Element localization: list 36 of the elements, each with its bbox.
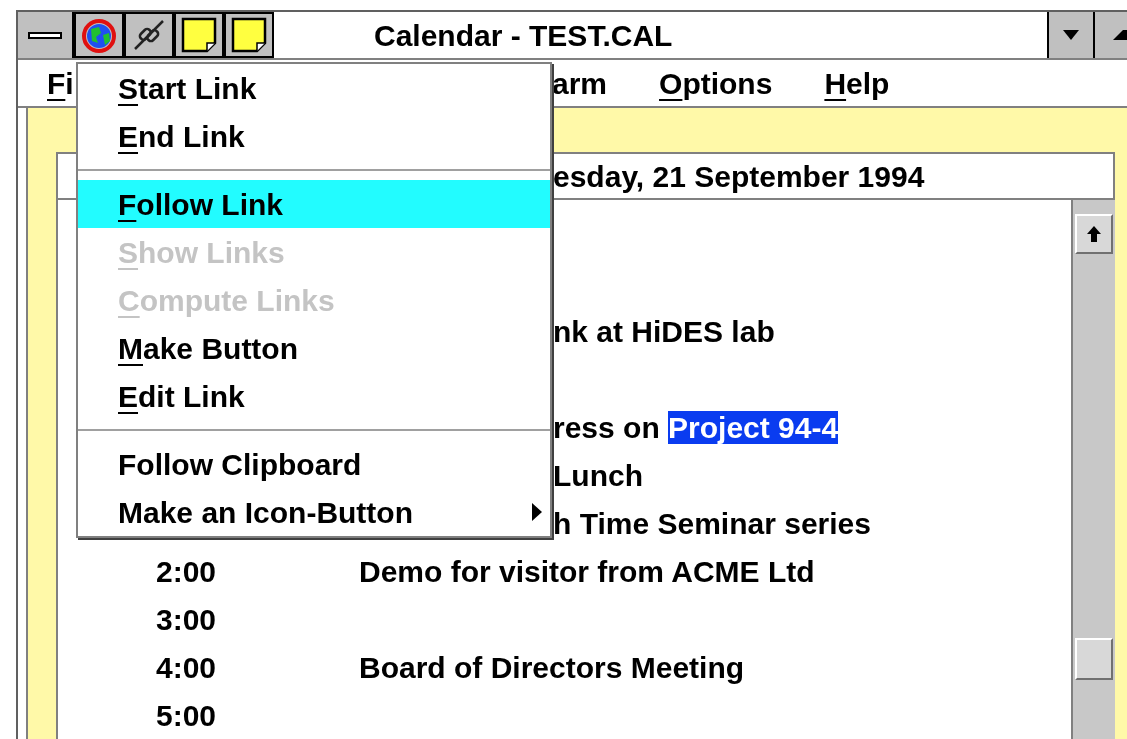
menu-item[interactable]: Make Button	[78, 324, 550, 372]
menu-item[interactable]: End Link	[78, 112, 550, 160]
up-arrow-icon	[1087, 226, 1101, 242]
menu-bar-item[interactable]: Help	[824, 60, 890, 106]
menu-bar-item[interactable]: Options	[659, 60, 773, 106]
time-label: 5:00	[156, 697, 218, 734]
appointment-text: Board of Directors Meeting	[359, 649, 745, 686]
window-title: Calendar - TEST.CAL	[374, 17, 673, 54]
maximize-button[interactable]	[1093, 12, 1127, 58]
scroll-thumb[interactable]	[1075, 638, 1113, 680]
up-triangle-icon	[1113, 30, 1127, 40]
menu-item[interactable]: Edit Link	[78, 372, 550, 420]
down-triangle-icon	[1063, 30, 1079, 40]
minimize-button[interactable]	[1047, 12, 1093, 58]
date-text: esday, 21 September 1994	[553, 158, 925, 195]
toolbar-button[interactable]	[174, 12, 224, 58]
menu-bar-item[interactable]: Fi	[47, 60, 74, 106]
time-label: 3:00	[156, 601, 218, 638]
appointment-text: ress on Project 94-4	[553, 409, 839, 446]
menu-bar-item[interactable]: arm	[552, 60, 608, 106]
appointment-text: Lunch	[553, 457, 643, 494]
menu-item[interactable]: Start Link	[78, 64, 550, 112]
note-icon[interactable]	[231, 17, 267, 53]
appointment-text: h Time Seminar series	[553, 505, 871, 542]
time-label: 2:00	[156, 553, 218, 590]
note-icon[interactable]	[181, 17, 217, 53]
time-label: 4:00	[156, 649, 218, 686]
menu-item[interactable]: Follow Link	[78, 180, 550, 228]
toolbar-button[interactable]	[224, 12, 274, 58]
scroll-up-button[interactable]	[1075, 214, 1113, 254]
menu-item[interactable]: Follow Clipboard	[78, 440, 550, 488]
system-menu-button[interactable]	[18, 12, 74, 58]
appointment-text: Demo for visitor from ACME Ltd	[359, 553, 815, 590]
scrollbar[interactable]	[1071, 200, 1115, 739]
appointment-text: nk at HiDES lab	[553, 313, 775, 350]
menu-item[interactable]: Make an Icon-Button	[78, 488, 550, 536]
